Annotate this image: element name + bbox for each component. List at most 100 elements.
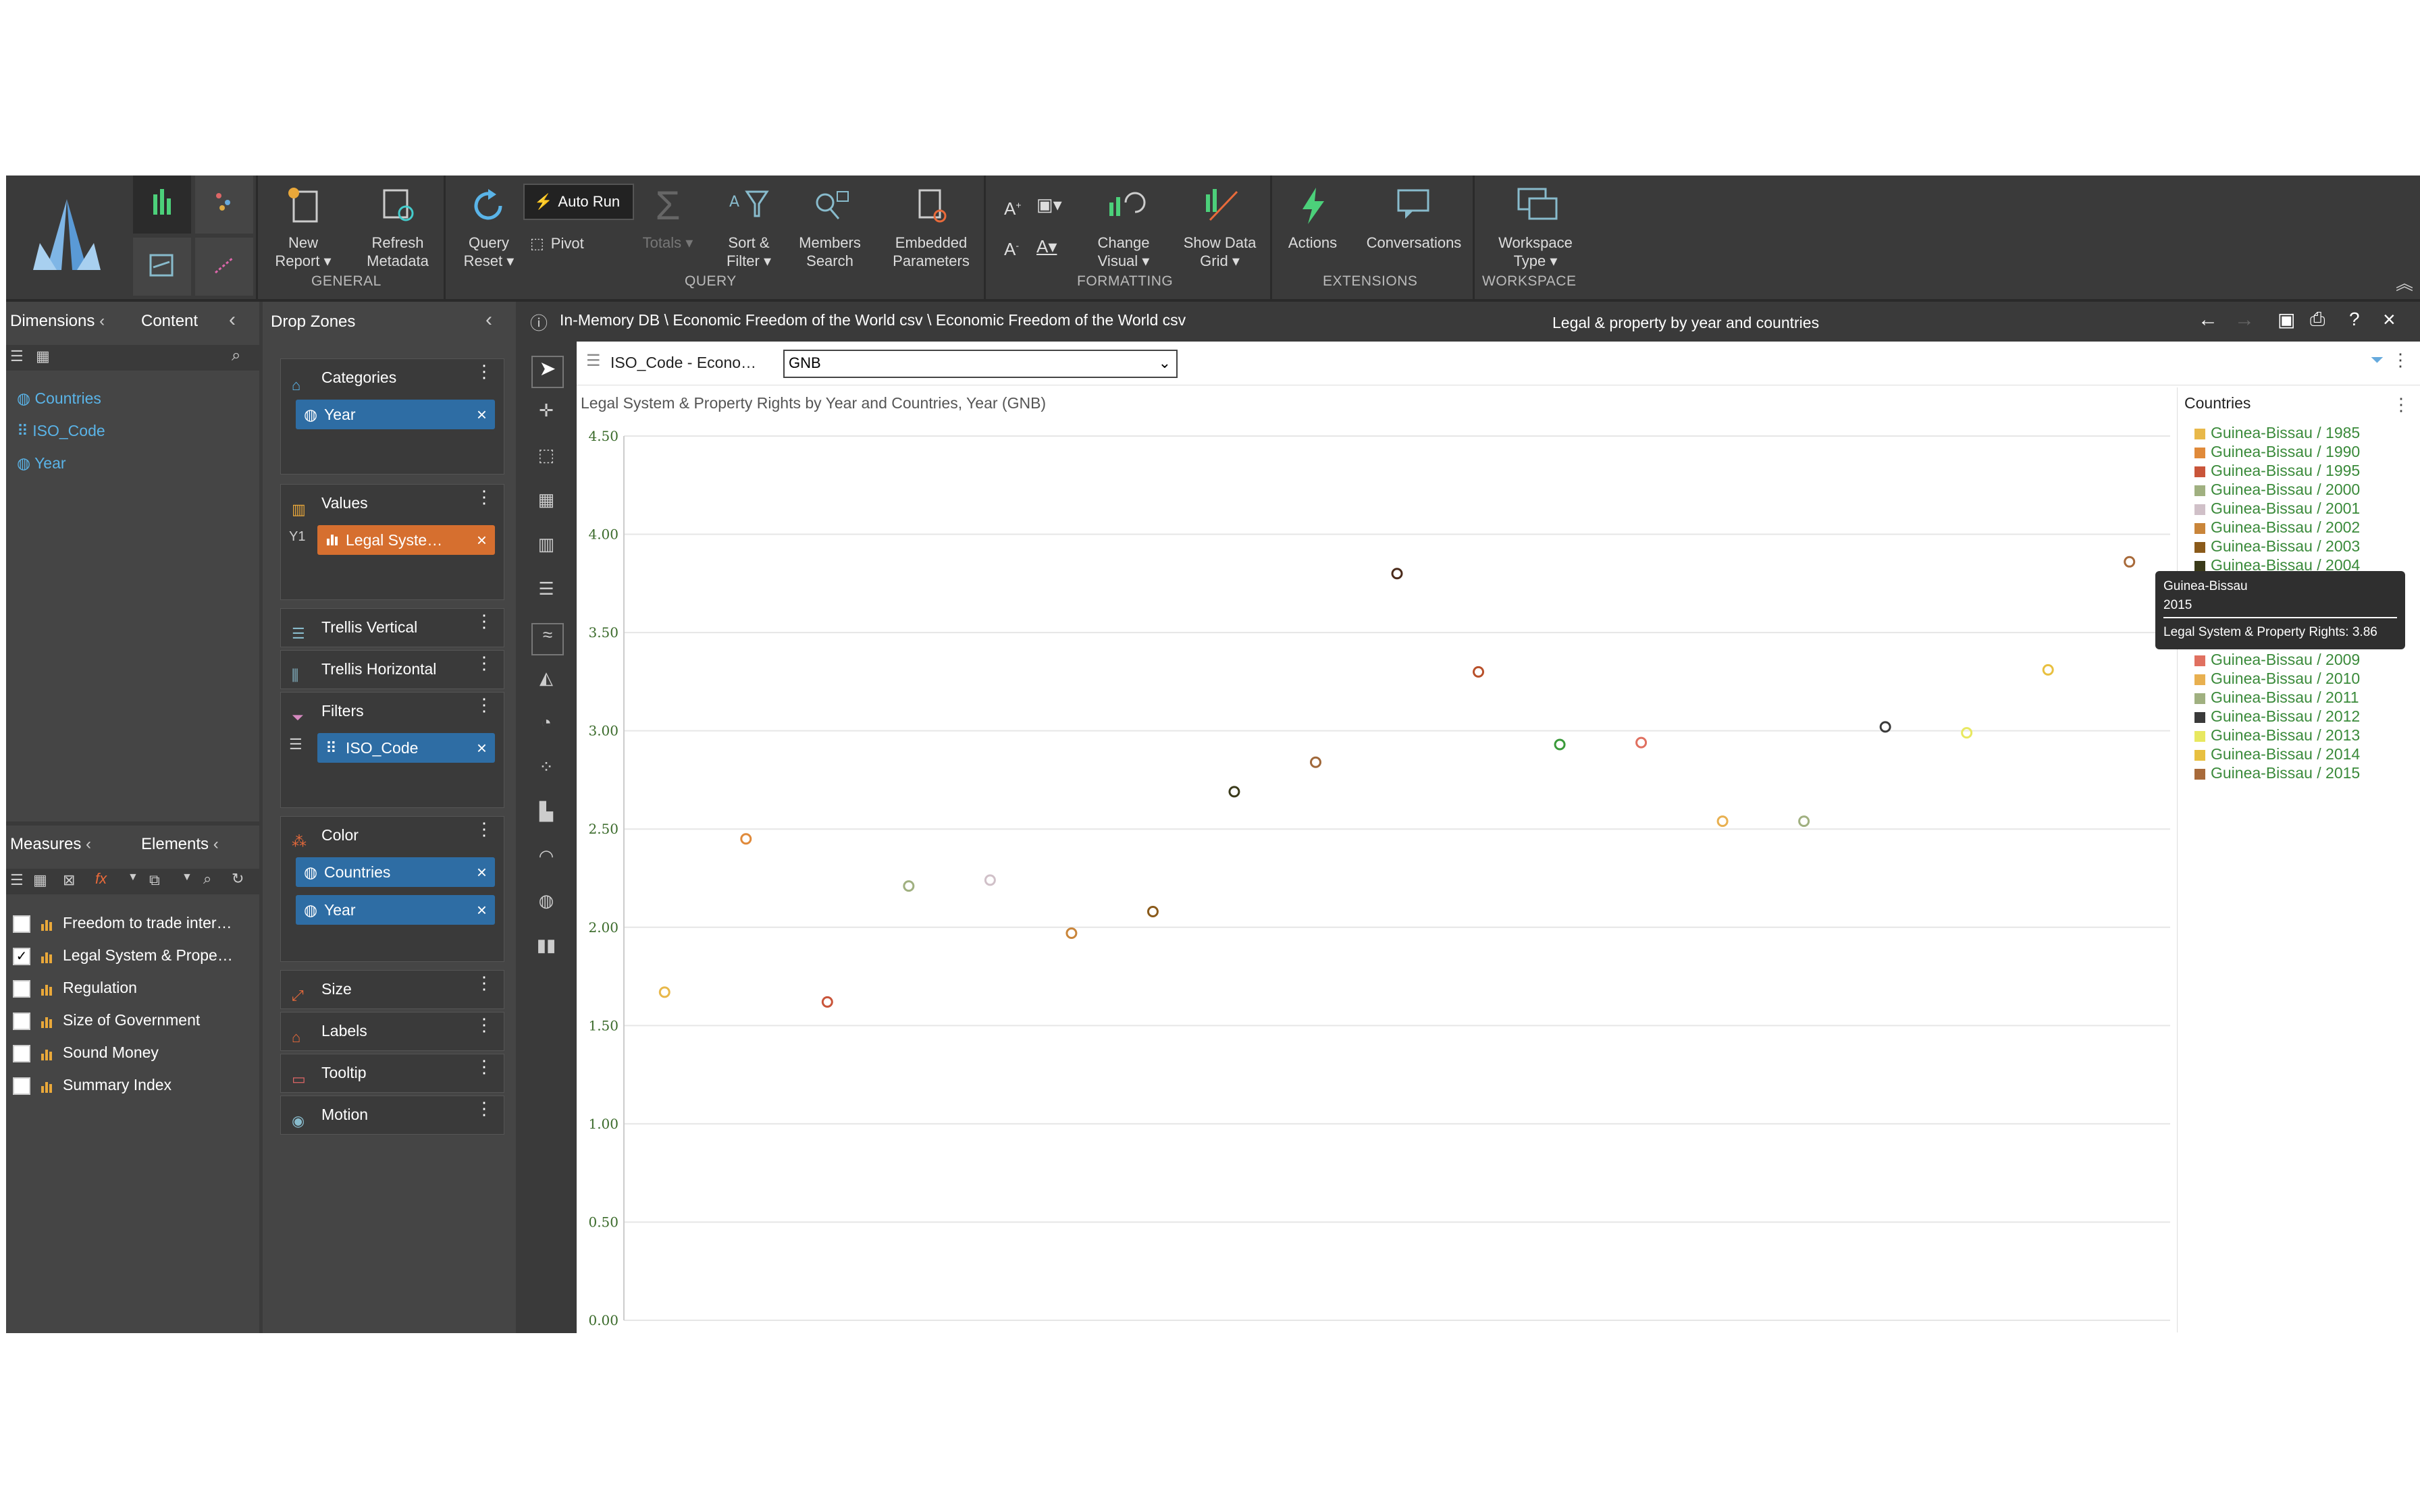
tab-measures[interactable]: Measures ‹ [10,835,91,854]
legend-item[interactable]: Guinea-Bissau / 2000 [2194,481,2360,499]
tab-elements[interactable]: Elements ‹ [141,835,219,854]
chip-legal-system[interactable]: Legal Syste… × [317,525,495,555]
kebab-menu-icon[interactable]: ⋮ [475,696,493,713]
measure-item[interactable]: Freedom to trade inter… [13,914,232,933]
measure-item[interactable]: Regulation [13,979,137,998]
scatter-mode-button[interactable] [195,176,253,234]
print-icon[interactable]: ⎙ [2310,308,2325,331]
zone-trellis-horizontal[interactable]: ⫼ Trellis Horizontal ⋮ [280,650,504,689]
list-view-icon[interactable]: ☰ [10,871,24,889]
barcode-icon[interactable]: ▮▮ [531,935,561,965]
close-icon[interactable]: × [2383,307,2396,332]
collapse-panel-icon[interactable]: ‹ [229,308,236,331]
show-data-grid-button[interactable]: Show Data Grid ▾ [1178,182,1262,270]
chip-iso-code[interactable]: ⠿ ISO_Code × [317,733,495,763]
legend-item[interactable]: Guinea-Bissau / 2014 [2194,745,2360,763]
legend-item[interactable]: Guinea-Bissau / 2002 [2194,518,2360,537]
bar-chart-icon[interactable]: ☰ [531,578,561,608]
globe-icon[interactable]: ◍ [531,890,561,920]
scatter-chart-icon[interactable]: ⁘ [531,757,561,786]
zone-tooltip[interactable]: ▭ Tooltip ⋮ [280,1054,504,1093]
analysis-mode-button[interactable] [195,238,253,296]
kebab-menu-icon[interactable]: ⋮ [475,1058,493,1075]
area-chart-icon[interactable]: ◭ [531,668,561,697]
save-icon[interactable]: ▣ [2278,308,2295,331]
close-icon[interactable]: × [477,857,487,887]
font-size-controls[interactable]: A+ ▣▾ A- A▾ [999,189,1086,270]
zone-values[interactable]: ▥ Values ⋮ Y1 Legal Syste… × [280,484,504,600]
calendar-icon[interactable]: ▦ [33,871,47,889]
kebab-menu-icon[interactable]: ⋮ [2392,394,2410,415]
close-icon[interactable]: × [477,400,487,429]
zone-labels[interactable]: ⌂ Labels ⋮ [280,1012,504,1051]
auto-run-button[interactable]: ⚡ Auto Run [523,184,634,220]
legend-item[interactable]: Guinea-Bissau / 2013 [2194,726,2360,745]
data-point[interactable] [740,833,752,845]
font-color-icon[interactable]: A▾ [1036,236,1057,257]
data-point[interactable] [1716,815,1729,828]
search-icon[interactable]: ⌕ [203,870,211,888]
data-point[interactable] [1798,815,1810,828]
data-point[interactable] [903,880,915,892]
kebab-menu-icon[interactable]: ⋮ [475,362,493,380]
change-visual-button[interactable]: Change Visual ▾ [1090,182,1157,270]
data-point[interactable] [1961,727,1973,739]
checkbox[interactable] [13,1012,30,1030]
legend-item[interactable]: Guinea-Bissau / 2015 [2194,764,2360,782]
increase-font-icon[interactable]: A+ [1004,198,1022,219]
dashboard-mode-button[interactable] [133,238,191,296]
back-icon[interactable]: ← [2198,308,2218,331]
kebab-menu-icon[interactable]: ⋮ [475,1100,493,1117]
line-chart-icon[interactable]: ≈ [531,623,564,655]
filter-value-select[interactable]: GNB ⌄ [783,350,1178,378]
help-icon[interactable]: ? [2349,308,2360,330]
kebab-menu-icon[interactable]: ⋮ [475,488,493,506]
data-point[interactable] [658,986,670,998]
pivot-button[interactable]: ⬚ Pivot [530,235,584,252]
workspace-type-button[interactable]: Workspace Type ▾ [1488,182,1583,270]
close-icon[interactable]: × [477,895,487,925]
fill-color-icon[interactable]: ▣▾ [1036,194,1062,215]
legend-item[interactable]: Guinea-Bissau / 1985 [2194,424,2360,442]
zone-motion[interactable]: ◉ Motion ⋮ [280,1096,504,1135]
scatter-chart[interactable]: 0.00 0.50 1.00 1.50 2.00 2.50 3.00 3.50 4.00 4.50… [577,409,2197,1333]
query-reset-button[interactable]: Query Reset ▾ [455,182,523,270]
zone-size[interactable]: ⤢ Size ⋮ [280,970,504,1009]
legend-item[interactable]: Guinea-Bissau / 1990 [2194,443,2360,461]
chevron-left-icon[interactable]: ‹ [86,835,91,853]
kebab-menu-icon[interactable]: ⋮ [2392,350,2409,371]
sort-filter-button[interactable]: A Sort & Filter ▾ [715,182,783,270]
kebab-menu-icon[interactable]: ⋮ [475,654,493,672]
column-chart-icon[interactable]: ▥ [531,534,561,564]
dimension-item-year[interactable]: ◍ Year [17,454,66,473]
zone-categories[interactable]: ⌂ Categories ⋮ ◍ Year × [280,358,504,475]
legend-item[interactable]: Guinea-Bissau / 2010 [2194,670,2360,688]
legend-item[interactable]: Guinea-Bissau / 2009 [2194,651,2360,669]
gauge-icon[interactable]: ◠ [531,846,561,875]
chevron-left-icon[interactable]: ‹ [213,835,219,853]
legend-item[interactable]: Guinea-Bissau / 2001 [2194,500,2360,518]
data-point[interactable] [1228,786,1240,798]
filter-icon[interactable]: ⏷ [2371,351,2384,370]
delete-icon[interactable]: ⊠ [63,871,75,889]
table-icon[interactable]: ▦ [531,489,561,519]
checkbox-checked[interactable]: ✓ [13,947,30,965]
actions-button[interactable]: Actions [1282,182,1343,252]
measure-item[interactable]: Size of Government [13,1011,200,1030]
data-point[interactable] [1309,756,1321,768]
pie-chart-icon[interactable]: ◔ [531,712,561,742]
forward-icon[interactable]: → [2234,308,2255,331]
data-point[interactable] [2042,664,2054,676]
conversations-button[interactable]: Conversations [1357,182,1471,252]
collapse-ribbon-icon[interactable]: ︽ [2396,270,2413,295]
data-point[interactable] [1147,905,1159,917]
totals-button[interactable]: Σ Totals ▾ [637,182,698,252]
data-point[interactable] [821,996,833,1008]
members-search-button[interactable]: Members Search [793,182,867,270]
checkbox[interactable] [13,979,30,998]
data-point[interactable] [1473,666,1485,678]
chevron-left-icon[interactable]: ‹ [99,312,105,330]
data-point[interactable] [1635,736,1648,749]
close-icon[interactable]: × [477,525,487,555]
search-icon[interactable]: ⌕ [232,346,240,365]
